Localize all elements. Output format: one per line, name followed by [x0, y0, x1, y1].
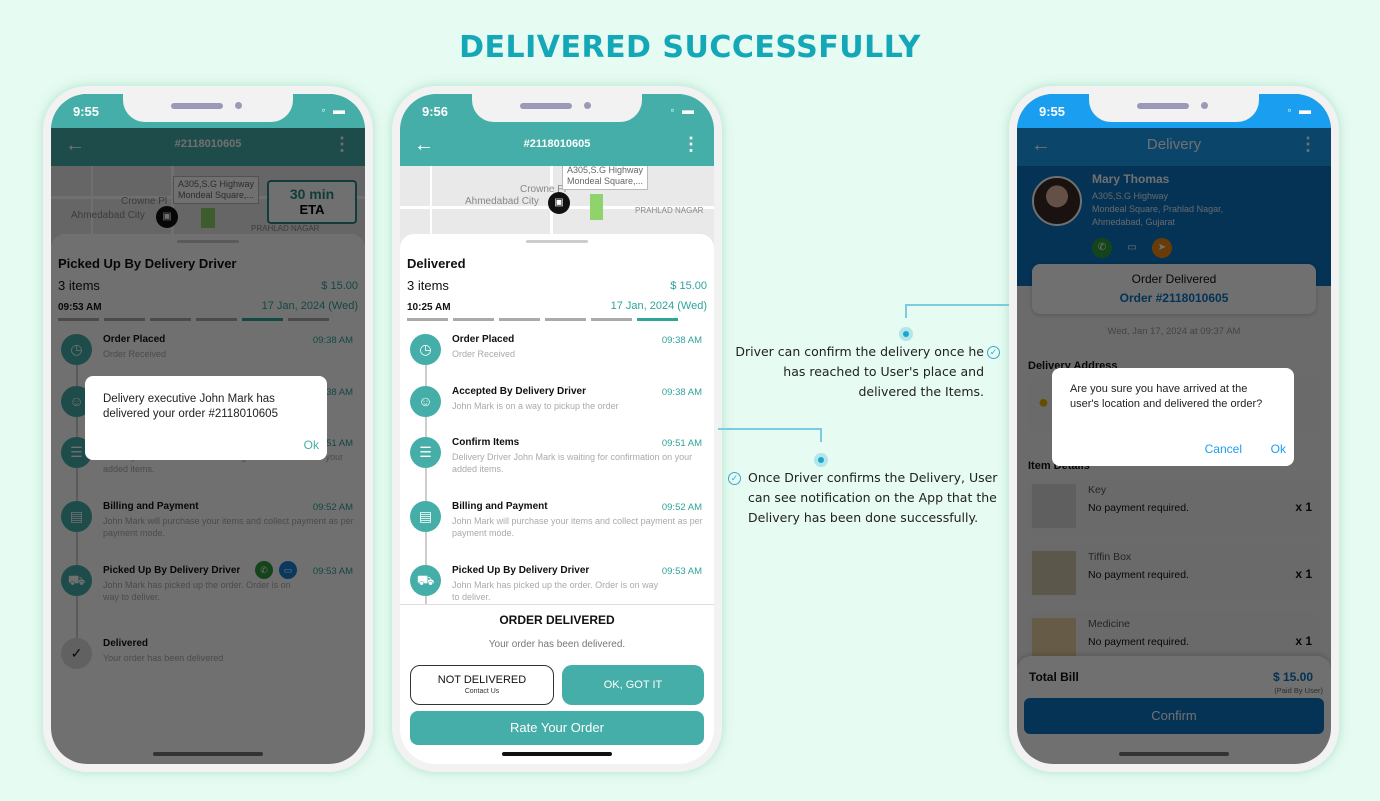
more-options-icon[interactable]: ⋮: [682, 134, 700, 155]
scooter-icon: ⛟: [410, 565, 441, 596]
bill-icon: ▤: [410, 501, 441, 532]
header-title: #2118010605: [523, 138, 591, 150]
progress-segment: [453, 318, 494, 321]
connector-line: [905, 304, 907, 318]
dialog-ok-button[interactable]: Ok: [304, 438, 319, 452]
order-status: Delivered: [407, 256, 466, 271]
page-title: DELIVERED SUCCESSFULLY: [459, 30, 921, 65]
order-amount: $ 15.00: [670, 280, 707, 292]
not-delivered-button[interactable]: NOT DELIVERED Contact Us: [410, 665, 554, 705]
progress-segment: [545, 318, 586, 321]
home-indicator: [153, 752, 263, 756]
dialog-message: Are you sure you have arrived at the use…: [1070, 383, 1263, 410]
marker-dot: [814, 453, 828, 467]
wifi-battery-icon: ◦ ▬: [1287, 103, 1313, 117]
delivered-alert-dialog: Delivery executive John Mark has deliver…: [85, 376, 327, 460]
notch: [472, 94, 642, 122]
marker-dot: [899, 327, 913, 341]
phone-order-delivered: 9:56 ◦ ▬ ← #2118010605 ⋮ Crowne Pl Ahmed…: [392, 86, 722, 772]
connector-line: [820, 428, 822, 442]
map-address-callout: A305,S.G HighwayMondeal Square,...: [562, 166, 649, 190]
dialog-ok-button[interactable]: Ok: [1271, 442, 1286, 456]
confirm-delivery-dialog: Are you sure you have arrived at the use…: [1052, 368, 1294, 466]
drag-handle[interactable]: [526, 240, 588, 243]
dialog-cancel-button[interactable]: Cancel: [1205, 442, 1242, 456]
clock-icon: ◷: [410, 334, 441, 365]
map-label: Ahmedabad City: [465, 196, 539, 207]
annotation-user-notification: Once Driver confirms the Delivery, User …: [748, 470, 998, 525]
app-header: ← #2118010605 ⋮: [400, 128, 714, 166]
progress-segment: [499, 318, 540, 321]
order-time: 10:25 AM: [407, 302, 451, 313]
progress-segment: [407, 318, 448, 321]
check-circle-icon: ✓: [987, 346, 1000, 359]
status-time: 9:55: [73, 104, 100, 119]
dialog-message: Delivery executive John Mark has deliver…: [103, 393, 278, 420]
home-indicator: [1119, 752, 1229, 756]
order-delivered-card: ORDER DELIVERED Your order has been deli…: [400, 604, 714, 764]
check-circle-icon: ✓: [728, 472, 741, 485]
notch: [1089, 94, 1259, 122]
wifi-battery-icon: ◦ ▬: [670, 103, 696, 117]
home-indicator: [502, 752, 612, 756]
notch: [123, 94, 293, 122]
wifi-battery-icon: ◦ ▬: [321, 103, 347, 117]
checklist-icon: ☰: [410, 437, 441, 468]
delivered-heading: ORDER DELIVERED: [499, 613, 615, 627]
phone-customer-tracking: 9:55 ◦ ▬ ← #2118010605 ⋮ Crowne Pl Ahmed…: [43, 86, 373, 772]
driver-icon: ☺: [410, 386, 441, 417]
delivered-subtext: Your order has been delivered.: [488, 639, 626, 650]
phone-driver-delivery: 9:55 ◦ ▬ ← Delivery ⋮ Mary Thomas A305,S…: [1009, 86, 1339, 772]
status-time: 9:55: [1039, 104, 1066, 119]
items-count: 3 items: [407, 278, 449, 293]
status-time: 9:56: [422, 104, 449, 119]
connector-line: [718, 428, 822, 430]
progress-segment: [591, 318, 632, 321]
connector-line: [905, 304, 1013, 306]
map-label: PRAHLAD NAGAR: [635, 206, 704, 215]
progress-steps: [407, 318, 678, 321]
bag-pin-icon: ▣: [548, 192, 570, 214]
rate-order-button[interactable]: Rate Your Order: [410, 711, 704, 745]
progress-segment: [637, 318, 678, 321]
annotation-driver-confirm: Driver can confirm the delivery once he …: [735, 344, 984, 399]
order-date: 17 Jan, 2024 (Wed): [610, 300, 707, 312]
ok-got-it-button[interactable]: OK, GOT IT: [562, 665, 704, 705]
